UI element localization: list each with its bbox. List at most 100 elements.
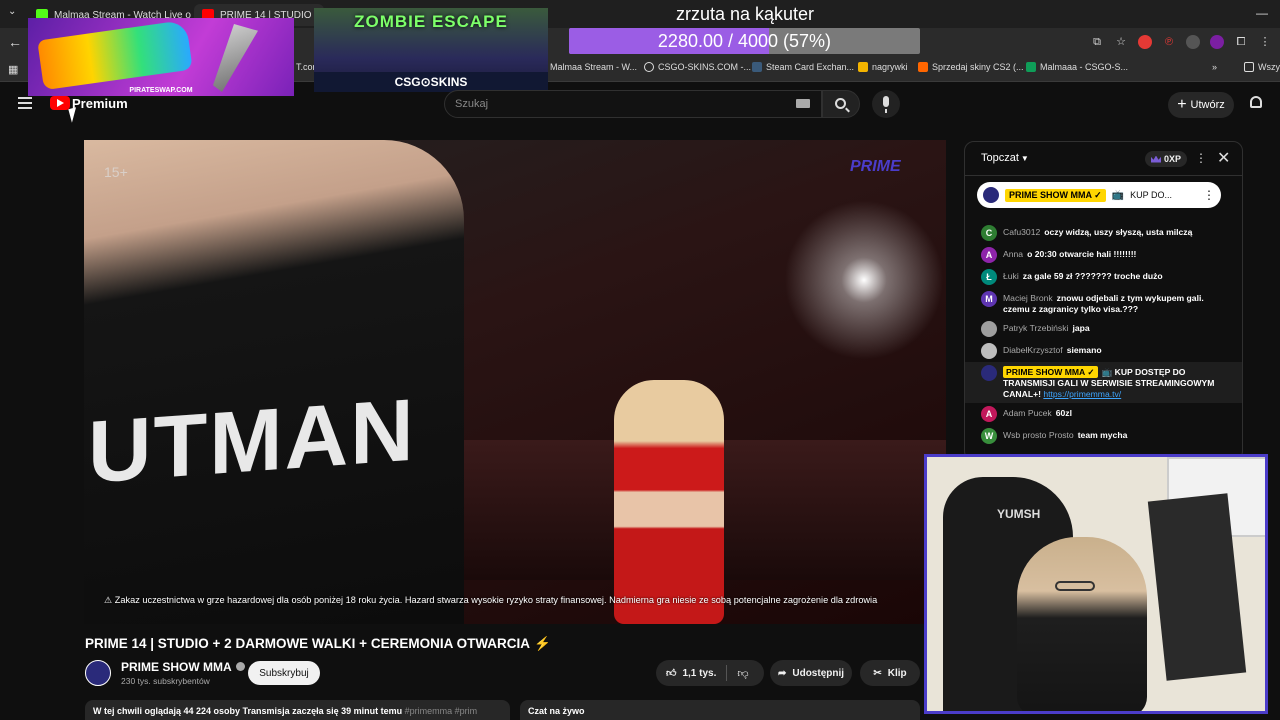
chat-text: oczy widzą, uszy słyszą, usta milczą xyxy=(1044,227,1193,237)
gambling-warning-text: ⚠ Zakaz uczestnictwa w grze hazardowej d… xyxy=(104,595,878,605)
extension-tp-icon[interactable]: ℗ xyxy=(1162,35,1176,49)
chat-close-icon[interactable]: ✕ xyxy=(1217,148,1230,168)
pinned-author-avatar xyxy=(983,187,999,203)
create-button[interactable]: + Utwórz xyxy=(1168,92,1234,118)
chat-message[interactable]: C Cafu3012 oczy widzą, uszy słyszą, usta m… xyxy=(965,222,1242,244)
share-button[interactable]: ➦ Udostępnij xyxy=(770,660,852,686)
chat-message-body: Łuki za gale 59 zł ??????? troche dużo xyxy=(1003,269,1163,282)
voice-search-mic-icon[interactable] xyxy=(872,90,900,118)
chat-message-body: PRIME SHOW MMA ✓ 📺 KUP DOSTĘP DO TRANSMIS… xyxy=(1003,365,1228,400)
extension-icons: ⧉ ☆ ℗ ⧠ ⋮ xyxy=(1090,35,1272,49)
folder-icon xyxy=(1244,62,1254,72)
plus-icon: + xyxy=(1177,96,1187,113)
chat-message[interactable]: Ł Łuki za gale 59 zł ??????? troche dużo xyxy=(965,266,1242,288)
skins-favicon-icon xyxy=(918,62,928,72)
keyboard-icon[interactable] xyxy=(796,99,810,108)
chat-message[interactable]: A Adam Pucek 60zl xyxy=(965,403,1242,425)
chat-avatar[interactable]: Ł xyxy=(981,269,997,285)
back-arrow-icon[interactable]: ← xyxy=(8,34,22,50)
extension-purple-icon[interactable] xyxy=(1210,35,1224,49)
chat-author[interactable]: Maciej Bronk xyxy=(1003,293,1053,303)
chat-message[interactable]: PRIME SHOW MMA ✓ 📺 KUP DOSTĘP DO TRANSMIS… xyxy=(965,362,1242,403)
screen: ⌄ Malmaa Stream - Watch Live o ✕ PRIME 1… xyxy=(0,0,1280,720)
minimize-window-icon[interactable]: — xyxy=(1256,6,1268,20)
chat-header: Topczat ▼ 0XP ⋮ ✕ xyxy=(965,142,1242,176)
pinned-message[interactable]: PRIME SHOW MMA ✓ 📺 KUP DO... ⋮ xyxy=(977,182,1221,208)
prime-tv-logo: PRIME xyxy=(850,158,901,175)
like-button[interactable]: 👍︎ 1,1 tys. xyxy=(656,665,728,681)
chair-logo: YUMSH xyxy=(997,507,1041,521)
chat-link[interactable]: https://primemma.tv/ xyxy=(1043,389,1121,399)
chat-avatar[interactable]: M xyxy=(981,291,997,307)
bookmark-item[interactable]: Steam Card Exchan... xyxy=(752,62,854,72)
chat-avatar[interactable]: W xyxy=(981,428,997,444)
clip-label: Klip xyxy=(887,667,907,679)
chat-message-body: Adam Pucek 60zl xyxy=(1003,406,1072,419)
bookmark-item[interactable]: nagrywki xyxy=(858,62,908,72)
bookmark-star-icon[interactable]: ☆ xyxy=(1114,35,1128,49)
extension-red-icon[interactable] xyxy=(1138,35,1152,49)
channel-avatar[interactable] xyxy=(85,660,111,686)
chat-text: za gale 59 zł ??????? troche dużo xyxy=(1022,271,1163,281)
chat-text: team mycha xyxy=(1077,430,1128,440)
chat-avatar[interactable] xyxy=(981,321,997,337)
apps-grid-icon[interactable]: ▦ xyxy=(8,63,18,76)
chat-author[interactable]: PRIME SHOW MMA ✓ xyxy=(1003,366,1098,378)
bookmark-item[interactable]: Sprzedaj skiny CS2 (... xyxy=(918,62,1024,72)
pinned-more-icon[interactable]: ⋮ xyxy=(1203,188,1215,202)
chat-more-options-icon[interactable]: ⋮ xyxy=(1195,151,1207,165)
streamer-webcam: YUMSH xyxy=(924,454,1268,714)
video-player[interactable]: UTMAN PRIME 15+ ⚠ Zakaz uczestnictwa w g… xyxy=(84,140,946,624)
hamburger-menu-icon[interactable] xyxy=(18,97,32,109)
bookmark-item[interactable]: Malmaa Stream - W... xyxy=(550,62,637,72)
youtube-logo-icon[interactable] xyxy=(50,96,70,110)
chat-avatar[interactable] xyxy=(981,343,997,359)
chat-avatar[interactable]: A xyxy=(981,247,997,263)
share-arrow-icon: ➦ xyxy=(777,667,787,679)
channel-name[interactable]: PRIME SHOW MMA xyxy=(121,660,245,674)
glasses xyxy=(1055,581,1095,591)
extensions-puzzle-icon[interactable]: ⧠ xyxy=(1234,35,1248,49)
thumbs-up-icon: 👍︎ xyxy=(666,668,677,679)
chat-author[interactable]: Adam Pucek xyxy=(1003,408,1052,418)
ring-girl xyxy=(614,380,724,624)
like-count: 1,1 tys. xyxy=(682,667,717,679)
search-button[interactable] xyxy=(822,90,860,118)
bookmark-item[interactable]: Malmaaa - CSGO-S... xyxy=(1026,62,1128,72)
share-label: Udostępnij xyxy=(792,667,845,679)
extension-grey-icon[interactable] xyxy=(1186,35,1200,49)
search-input[interactable] xyxy=(445,91,785,117)
chat-avatar[interactable] xyxy=(981,365,997,381)
chat-message[interactable]: M Maciej Bronk znowu odjebali z tym wykupe… xyxy=(965,288,1242,318)
clip-button[interactable]: ✂ Klip xyxy=(860,660,920,686)
bookmark-folder[interactable]: Wszy xyxy=(1244,62,1280,72)
live-chat-header[interactable]: Czat na żywo xyxy=(520,700,920,720)
search-box xyxy=(444,90,822,118)
chat-author[interactable]: Anna xyxy=(1003,249,1023,259)
description-box[interactable]: W tej chwili oglądają 44 224 osoby Trans… xyxy=(85,700,510,720)
tab-search-chevron-icon[interactable]: ⌄ xyxy=(8,6,16,17)
youtube-premium-label[interactable]: Premium xyxy=(72,96,128,111)
chat-message[interactable]: DiabełKrzysztof siemano xyxy=(965,340,1242,362)
chat-author[interactable]: Cafu3012 xyxy=(1003,227,1040,237)
chat-avatar[interactable]: A xyxy=(981,406,997,422)
chat-mode-label: Topczat xyxy=(981,152,1019,164)
dislike-button[interactable]: 👎︎ xyxy=(727,667,758,680)
bookmarks-overflow-chevron-icon[interactable]: » xyxy=(1212,62,1217,72)
notifications-bell-icon[interactable] xyxy=(1250,96,1262,108)
browser-menu-icon[interactable]: ⋮ xyxy=(1258,35,1272,49)
chat-message[interactable]: Patryk Trzebiński japa xyxy=(965,318,1242,340)
search-icon xyxy=(835,98,846,109)
subscribe-button[interactable]: Subskrybuj xyxy=(248,661,320,685)
bookmark-item[interactable]: CSGO-SKINS.COM -... xyxy=(644,62,751,72)
chat-author[interactable]: Łuki xyxy=(1003,271,1019,281)
screenshot-icon[interactable]: ⧉ xyxy=(1090,35,1104,49)
chat-author[interactable]: DiabełKrzysztof xyxy=(1003,345,1063,355)
chat-mode-dropdown[interactable]: Topczat ▼ xyxy=(981,152,1029,164)
chat-message[interactable]: A Anna o 20:30 otwarcie hali !!!!!!!! xyxy=(965,244,1242,266)
chat-avatar[interactable]: C xyxy=(981,225,997,241)
chat-author[interactable]: Wsb prosto Prosto xyxy=(1003,430,1074,440)
chat-message[interactable]: W Wsb prosto Prosto team mycha xyxy=(965,425,1242,447)
chat-author[interactable]: Patryk Trzebiński xyxy=(1003,323,1068,333)
chat-xp-badge[interactable]: 0XP xyxy=(1145,151,1188,167)
